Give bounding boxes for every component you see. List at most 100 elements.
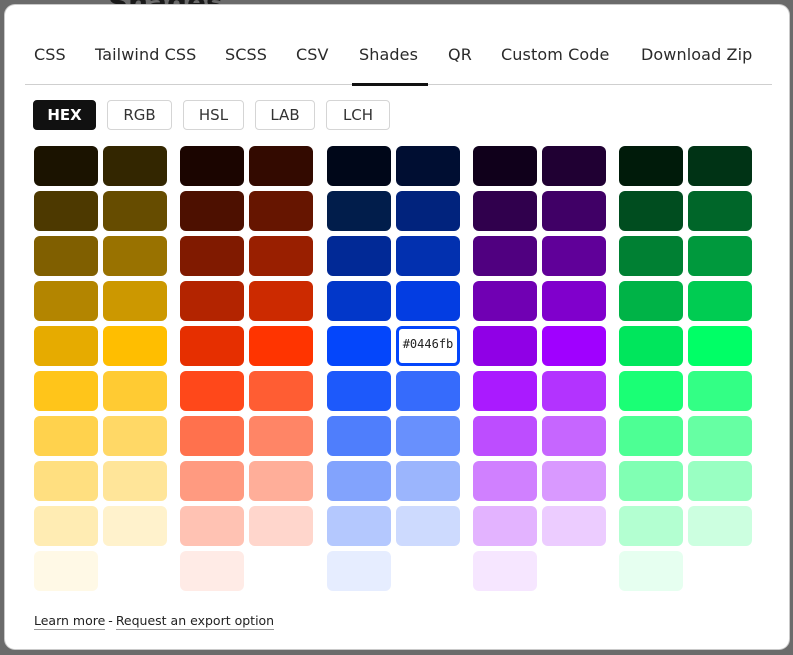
swatch-green-17[interactable] — [619, 506, 683, 546]
swatch-blue-2[interactable] — [396, 146, 460, 186]
swatch-yellow-17[interactable] — [34, 506, 98, 546]
swatch-blue-14[interactable] — [396, 416, 460, 456]
swatch-red-6[interactable] — [249, 236, 313, 276]
swatch-purple-7[interactable] — [473, 281, 537, 321]
swatch-yellow-1[interactable] — [34, 146, 98, 186]
swatch-green-7[interactable] — [619, 281, 683, 321]
tab-csv[interactable]: CSV — [296, 43, 329, 85]
swatch-red-8[interactable] — [249, 281, 313, 321]
swatch-yellow-4[interactable] — [103, 191, 167, 231]
swatch-red-2[interactable] — [249, 146, 313, 186]
request-export-link[interactable]: Request an export option — [115, 613, 275, 630]
swatch-purple-2[interactable] — [542, 146, 606, 186]
swatch-purple-11[interactable] — [473, 371, 537, 411]
swatch-red-10[interactable] — [249, 326, 313, 366]
tab-tailwind-css[interactable]: Tailwind CSS — [95, 43, 196, 85]
swatch-purple-4[interactable] — [542, 191, 606, 231]
swatch-blue-11[interactable] — [327, 371, 391, 411]
tab-shades[interactable]: Shades — [351, 43, 429, 86]
swatch-green-9[interactable] — [619, 326, 683, 366]
swatch-red-7[interactable] — [180, 281, 244, 321]
swatch-yellow-15[interactable] — [34, 461, 98, 501]
swatch-yellow-9[interactable] — [34, 326, 98, 366]
swatch-purple-14[interactable] — [542, 416, 606, 456]
format-lch-button[interactable]: LCH — [326, 100, 390, 130]
swatch-red-12[interactable] — [249, 371, 313, 411]
format-lab-button[interactable]: LAB — [255, 100, 315, 130]
swatch-green-5[interactable] — [619, 236, 683, 276]
swatch-blue-19[interactable] — [327, 551, 391, 591]
swatch-green-18[interactable] — [688, 506, 752, 546]
swatch-green-3[interactable] — [619, 191, 683, 231]
swatch-purple-8[interactable] — [542, 281, 606, 321]
swatch-red-4[interactable] — [249, 191, 313, 231]
swatch-green-11[interactable] — [619, 371, 683, 411]
swatch-green-12[interactable] — [688, 371, 752, 411]
swatch-red-5[interactable] — [180, 236, 244, 276]
swatch-yellow-12[interactable] — [103, 371, 167, 411]
swatch-yellow-3[interactable] — [34, 191, 98, 231]
swatch-blue-1[interactable] — [327, 146, 391, 186]
swatch-blue-15[interactable] — [327, 461, 391, 501]
swatch-yellow-19[interactable] — [34, 551, 98, 591]
swatch-red-19[interactable] — [180, 551, 244, 591]
swatch-red-14[interactable] — [249, 416, 313, 456]
swatch-yellow-18[interactable] — [103, 506, 167, 546]
swatch-red-15[interactable] — [180, 461, 244, 501]
swatch-blue-16[interactable] — [396, 461, 460, 501]
swatch-purple-15[interactable] — [473, 461, 537, 501]
swatch-red-9[interactable] — [180, 326, 244, 366]
swatch-blue-3[interactable] — [327, 191, 391, 231]
swatch-red-18[interactable] — [249, 506, 313, 546]
swatch-yellow-14[interactable] — [103, 416, 167, 456]
swatch-red-1[interactable] — [180, 146, 244, 186]
swatch-purple-17[interactable] — [473, 506, 537, 546]
swatch-green-6[interactable] — [688, 236, 752, 276]
swatch-yellow-2[interactable] — [103, 146, 167, 186]
swatch-red-16[interactable] — [249, 461, 313, 501]
swatch-purple-3[interactable] — [473, 191, 537, 231]
swatch-blue-18[interactable] — [396, 506, 460, 546]
swatch-red-17[interactable] — [180, 506, 244, 546]
swatch-purple-12[interactable] — [542, 371, 606, 411]
format-hsl-button[interactable]: HSL — [183, 100, 244, 130]
swatch-purple-5[interactable] — [473, 236, 537, 276]
swatch-green-16[interactable] — [688, 461, 752, 501]
swatch-green-2[interactable] — [688, 146, 752, 186]
swatch-green-13[interactable] — [619, 416, 683, 456]
swatch-green-10[interactable] — [688, 326, 752, 366]
swatch-yellow-13[interactable] — [34, 416, 98, 456]
swatch-yellow-11[interactable] — [34, 371, 98, 411]
swatch-purple-10[interactable] — [542, 326, 606, 366]
swatch-green-15[interactable] — [619, 461, 683, 501]
swatch-green-8[interactable] — [688, 281, 752, 321]
tab-qr[interactable]: QR — [448, 43, 472, 85]
swatch-red-3[interactable] — [180, 191, 244, 231]
swatch-purple-16[interactable] — [542, 461, 606, 501]
swatch-blue-8[interactable] — [396, 281, 460, 321]
swatch-yellow-7[interactable] — [34, 281, 98, 321]
learn-more-link[interactable]: Learn more — [34, 613, 106, 630]
swatch-purple-18[interactable] — [542, 506, 606, 546]
format-rgb-button[interactable]: RGB — [107, 100, 172, 130]
swatch-red-13[interactable] — [180, 416, 244, 456]
tab-custom-code[interactable]: Custom Code — [501, 43, 609, 85]
swatch-blue-10[interactable]: #0446fb — [396, 326, 460, 366]
swatch-blue-7[interactable] — [327, 281, 391, 321]
swatch-yellow-16[interactable] — [103, 461, 167, 501]
swatch-purple-1[interactable] — [473, 146, 537, 186]
swatch-red-11[interactable] — [180, 371, 244, 411]
swatch-yellow-8[interactable] — [103, 281, 167, 321]
swatch-yellow-10[interactable] — [103, 326, 167, 366]
swatch-blue-13[interactable] — [327, 416, 391, 456]
swatch-green-1[interactable] — [619, 146, 683, 186]
tab-css[interactable]: CSS — [34, 43, 66, 85]
swatch-purple-19[interactable] — [473, 551, 537, 591]
swatch-blue-6[interactable] — [396, 236, 460, 276]
swatch-blue-4[interactable] — [396, 191, 460, 231]
swatch-purple-6[interactable] — [542, 236, 606, 276]
swatch-purple-13[interactable] — [473, 416, 537, 456]
swatch-yellow-5[interactable] — [34, 236, 98, 276]
swatch-green-14[interactable] — [688, 416, 752, 456]
format-hex-button[interactable]: HEX — [33, 100, 96, 130]
